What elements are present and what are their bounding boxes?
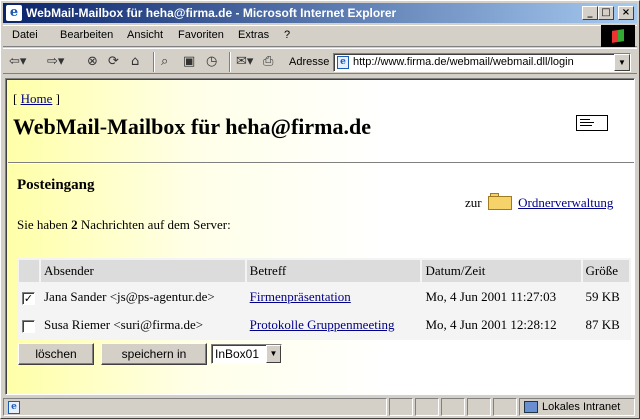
windows-logo-icon <box>601 25 635 47</box>
minimize-button[interactable]: _ <box>582 6 598 20</box>
subject-link[interactable]: Firmenpräsentation <box>250 289 351 304</box>
menu-help[interactable]: ? <box>284 29 290 41</box>
sender-column-header: Absender <box>41 260 245 282</box>
info-after: Nachrichten auf dem Server: <box>80 217 231 232</box>
table-row: Susa Riemer <suri@firma.de> Protokolle G… <box>19 312 629 338</box>
title-bar: e WebMail-Mailbox für heha@firma.de - Mi… <box>3 3 637 23</box>
address-bar[interactable]: e http://www.firma.de/webmail/webmail.dl… <box>333 53 631 72</box>
address-dropdown-icon[interactable]: ▼ <box>614 54 630 71</box>
address-label: Adresse <box>289 56 330 68</box>
page-content: [ Home ] WebMail-Mailbox für heha@firma.… <box>5 78 635 395</box>
mail-icon[interactable]: ✉▾ <box>236 53 253 71</box>
status-segment <box>441 398 465 416</box>
delete-button[interactable]: löschen <box>18 343 94 365</box>
folder-management: zur Ordnerverwaltung <box>465 192 613 211</box>
chevron-down-icon[interactable]: ▼ <box>266 345 281 363</box>
internet-explorer-icon: e <box>6 5 22 21</box>
print-icon[interactable]: ⎙ <box>263 53 273 71</box>
date-cell: Mo, 4 Jun 2001 11:27:03 <box>425 289 557 304</box>
status-segment <box>389 398 413 416</box>
address-url[interactable]: http://www.firma.de/webmail/webmail.dll/… <box>353 56 574 68</box>
size-cell: 59 KB <box>585 289 620 304</box>
home-link[interactable]: Home <box>21 91 53 106</box>
history-icon[interactable]: ◷ <box>206 53 217 71</box>
folder-management-link[interactable]: Ordnerverwaltung <box>518 195 613 210</box>
subject-column-header: Betreff <box>246 260 421 282</box>
folder-icon <box>487 192 512 210</box>
sender-cell: Susa Riemer <suri@firma.de> <box>44 317 204 332</box>
security-zone-label: Lokales Intranet <box>542 401 621 413</box>
status-segment <box>493 398 517 416</box>
divider <box>8 162 634 164</box>
table-row: ✓ Jana Sander <js@ps-agentur.de> Firmenp… <box>19 284 629 310</box>
favorites-icon[interactable]: ▣ <box>183 53 195 71</box>
page-icon: e <box>337 56 349 69</box>
forward-icon[interactable]: ⇨▾ <box>47 53 64 71</box>
window-title: WebMail-Mailbox für heha@firma.de - Micr… <box>26 6 397 20</box>
select-column-header <box>19 260 39 282</box>
info-before: Sie haben <box>17 217 68 232</box>
message-checkbox[interactable] <box>22 319 35 333</box>
home-icon[interactable]: ⌂ <box>131 53 139 71</box>
toolbar: ⇦▾ ⇨▾ ⊗ ⟳ ⌂ ⌕ ▣ ◷ ✉▾ ⎙ Adresse e http://… <box>3 48 637 74</box>
size-column-header: Größe <box>582 260 629 282</box>
table-header-row: Absender Betreff Datum/Zeit Größe <box>19 260 629 282</box>
message-count: 2 <box>71 217 78 232</box>
back-icon[interactable]: ⇦▾ <box>9 53 26 71</box>
sender-cell: Jana Sander <js@ps-agentur.de> <box>44 289 215 304</box>
status-segment <box>415 398 439 416</box>
page-status-icon: e <box>8 401 20 414</box>
browser-window: e WebMail-Mailbox für heha@firma.de - Mi… <box>0 0 640 419</box>
toolbar-separator <box>229 52 231 72</box>
date-cell: Mo, 4 Jun 2001 12:28:12 <box>425 317 557 332</box>
menu-bearbeiten[interactable]: Bearbeiten <box>60 29 113 41</box>
select-cell: ✓ <box>19 284 39 310</box>
message-table: Absender Betreff Datum/Zeit Größe ✓ Jana… <box>17 258 631 340</box>
home-nav: [ Home ] <box>13 91 60 106</box>
subject-cell: Protokolle Gruppenmeeting <box>247 312 421 338</box>
date-column-header: Datum/Zeit <box>422 260 581 282</box>
toolbar-separator <box>153 52 155 72</box>
subject-link[interactable]: Protokolle Gruppenmeeting <box>250 317 395 332</box>
status-main: e <box>3 398 387 416</box>
stop-icon[interactable]: ⊗ <box>87 53 98 71</box>
menu-favoriten[interactable]: Favoriten <box>178 29 224 41</box>
folder-select[interactable]: InBox01 ▼ <box>211 344 282 364</box>
folder-select-value: InBox01 <box>215 347 260 361</box>
folder-prefix: zur <box>465 195 482 210</box>
message-info: Sie haben 2 Nachrichten auf dem Server: <box>17 217 231 233</box>
status-bar: e Lokales Intranet <box>3 397 637 417</box>
menu-bar: Datei Bearbeiten Ansicht Favoriten Extra… <box>3 25 637 47</box>
security-zone: Lokales Intranet <box>519 398 635 416</box>
intranet-icon <box>524 401 538 413</box>
mailbox-icon <box>576 115 608 131</box>
search-icon[interactable]: ⌕ <box>161 53 168 71</box>
refresh-icon[interactable]: ⟳ <box>108 53 119 71</box>
size-cell: 87 KB <box>585 317 620 332</box>
message-checkbox[interactable]: ✓ <box>22 291 35 305</box>
inbox-heading: Posteingang <box>17 177 95 193</box>
page-title: WebMail-Mailbox für heha@firma.de <box>13 114 371 139</box>
maximize-button[interactable]: □ <box>598 6 614 20</box>
menu-ansicht[interactable]: Ansicht <box>127 29 163 41</box>
subject-cell: Firmenpräsentation <box>247 284 421 310</box>
menu-extras[interactable]: Extras <box>238 29 269 41</box>
menu-datei[interactable]: Datei <box>12 29 38 41</box>
close-button[interactable]: × <box>618 6 634 20</box>
select-cell <box>19 312 39 338</box>
status-segment <box>467 398 491 416</box>
save-in-button[interactable]: speichern in <box>101 343 207 365</box>
